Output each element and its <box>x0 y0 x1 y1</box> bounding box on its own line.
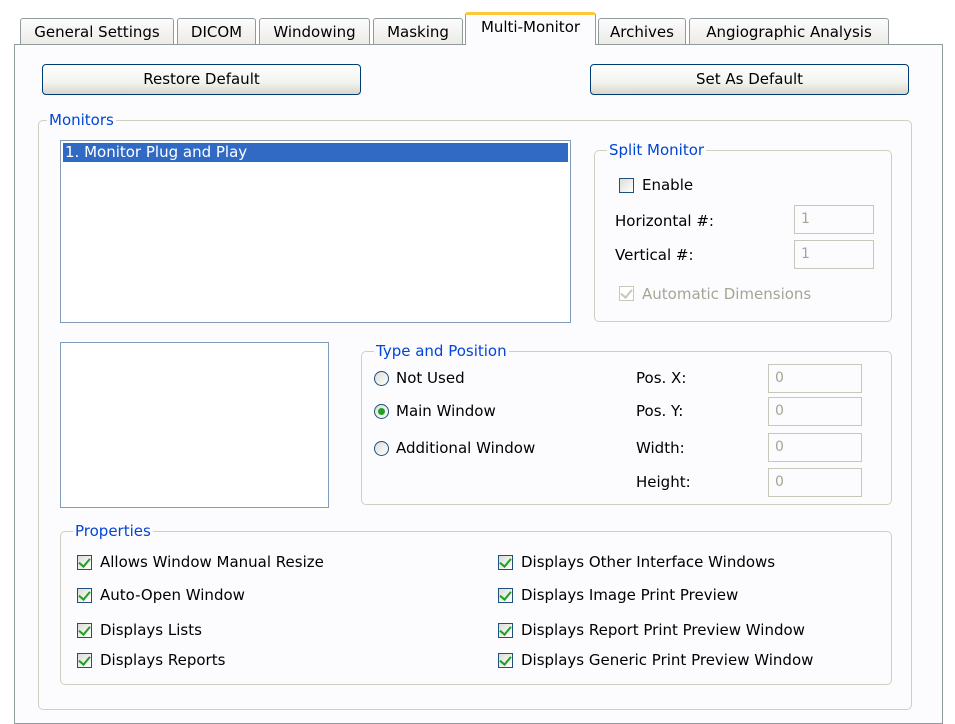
type-position-legend: Type and Position <box>374 341 509 361</box>
split-enable-label: Enable <box>642 176 694 194</box>
height-input[interactable]: 0 <box>768 468 862 497</box>
allows-window-manual-resize-label: Allows Window Manual Resize <box>100 553 324 571</box>
displays-report-print-preview-window-label: Displays Report Print Preview Window <box>521 621 805 639</box>
monitor-list-item[interactable]: 1. Monitor Plug and Play <box>63 143 568 162</box>
auto-open-window-label: Auto-Open Window <box>100 586 245 604</box>
pos-x-input[interactable]: 0 <box>768 364 862 393</box>
auto-open-window-checkbox[interactable] <box>77 588 92 603</box>
pos-y-label: Pos. Y: <box>636 402 684 420</box>
tab-archives[interactable]: Archives <box>598 18 686 44</box>
displays-other-interface-windows-checkbox[interactable] <box>498 555 513 570</box>
additional-window-radio[interactable] <box>374 441 389 456</box>
allows-window-manual-resize-checkbox[interactable] <box>77 555 92 570</box>
displays-other-interface-windows-label: Displays Other Interface Windows <box>521 553 776 571</box>
set-as-default-button[interactable]: Set As Default <box>590 64 909 95</box>
split-monitor-legend: Split Monitor <box>607 140 707 160</box>
width-input[interactable]: 0 <box>768 433 862 462</box>
width-label: Width: <box>636 439 685 457</box>
horizontal-label: Horizontal #: <box>615 212 714 230</box>
tab-multi-monitor[interactable]: Multi-Monitor <box>465 12 596 45</box>
displays-reports-checkbox[interactable] <box>77 653 92 668</box>
pos-y-input[interactable]: 0 <box>768 397 862 426</box>
main-window-label: Main Window <box>396 402 496 420</box>
automatic-dimensions-checkbox[interactable] <box>619 286 634 301</box>
horizontal-input[interactable]: 1 <box>794 205 874 234</box>
vertical-label: Vertical #: <box>615 246 694 264</box>
height-label: Height: <box>636 473 691 491</box>
tab-angiographic-analysis[interactable]: Angiographic Analysis <box>689 18 889 44</box>
displays-image-print-preview-label: Displays Image Print Preview <box>521 586 739 604</box>
not-used-radio[interactable] <box>374 371 389 386</box>
monitor-preview-box <box>60 342 329 508</box>
tab-masking[interactable]: Masking <box>373 18 463 44</box>
displays-image-print-preview-checkbox[interactable] <box>498 588 513 603</box>
tab-general-settings[interactable]: General Settings <box>20 18 174 44</box>
pos-x-label: Pos. X: <box>636 369 687 387</box>
displays-report-print-preview-window-checkbox[interactable] <box>498 623 513 638</box>
properties-legend: Properties <box>73 521 153 541</box>
monitors-list[interactable]: 1. Monitor Plug and Play <box>60 140 571 323</box>
not-used-label: Not Used <box>396 369 465 387</box>
displays-lists-label: Displays Lists <box>100 621 202 639</box>
vertical-input[interactable]: 1 <box>794 240 874 269</box>
restore-default-button[interactable]: Restore Default <box>42 64 361 95</box>
automatic-dimensions-label: Automatic Dimensions <box>642 285 812 303</box>
displays-generic-print-preview-window-checkbox[interactable] <box>498 653 513 668</box>
split-enable-checkbox[interactable] <box>619 178 634 193</box>
main-window-radio[interactable] <box>374 404 389 419</box>
tab-windowing[interactable]: Windowing <box>259 18 370 44</box>
monitors-legend: Monitors <box>47 110 116 130</box>
displays-lists-checkbox[interactable] <box>77 623 92 638</box>
additional-window-label: Additional Window <box>396 439 536 457</box>
tab-dicom[interactable]: DICOM <box>177 18 256 44</box>
displays-generic-print-preview-window-label: Displays Generic Print Preview Window <box>521 651 814 669</box>
displays-reports-label: Displays Reports <box>100 651 226 669</box>
